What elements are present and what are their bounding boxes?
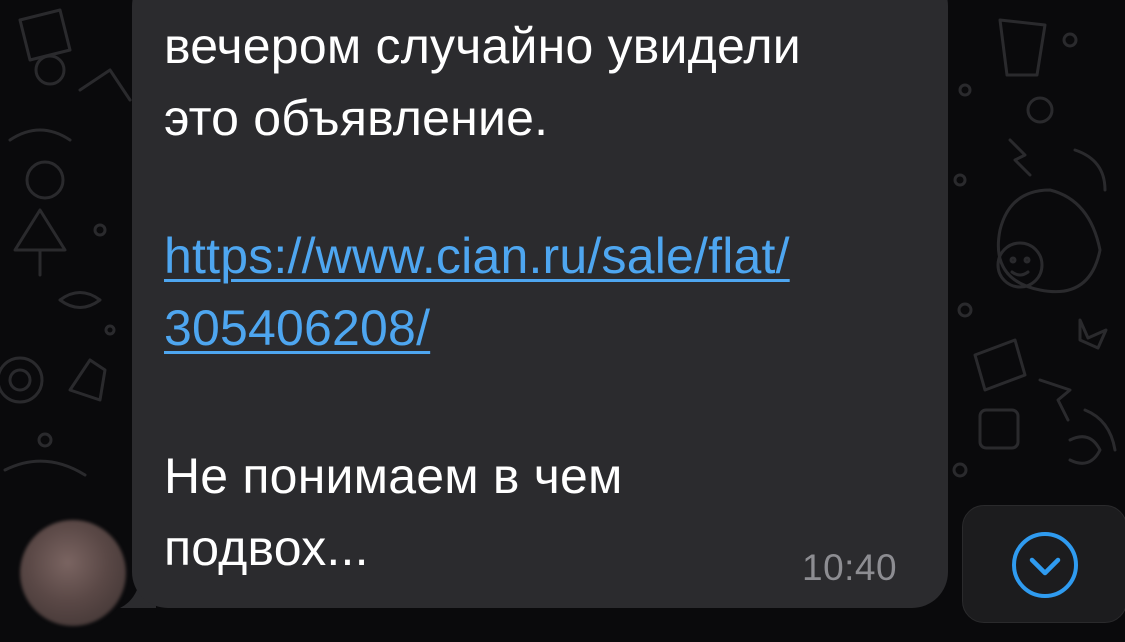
chevron-down-circle-icon: [1012, 532, 1078, 598]
message-text-line-1: вечером случайно увидели: [164, 18, 801, 74]
scroll-to-bottom-button[interactable]: [962, 505, 1125, 623]
message-text-line-3: Не понимаем в чем: [164, 448, 623, 504]
message-text-line-2: это объявление.: [164, 90, 549, 146]
message-timestamp: 10:40: [802, 547, 898, 588]
listing-link[interactable]: https://www.cian.ru/sale/flat/: [164, 228, 790, 284]
message-text-line-4: подвох...: [164, 520, 369, 576]
chat-screen: вечером случайно увидели это объявление.…: [0, 0, 1125, 642]
avatar[interactable]: [20, 520, 126, 626]
listing-link-continued[interactable]: 305406208/: [164, 300, 430, 356]
message-link-line-1[interactable]: https://www.cian.ru/sale/flat/: [164, 227, 790, 285]
message-link-line-2[interactable]: 305406208/: [164, 299, 430, 357]
